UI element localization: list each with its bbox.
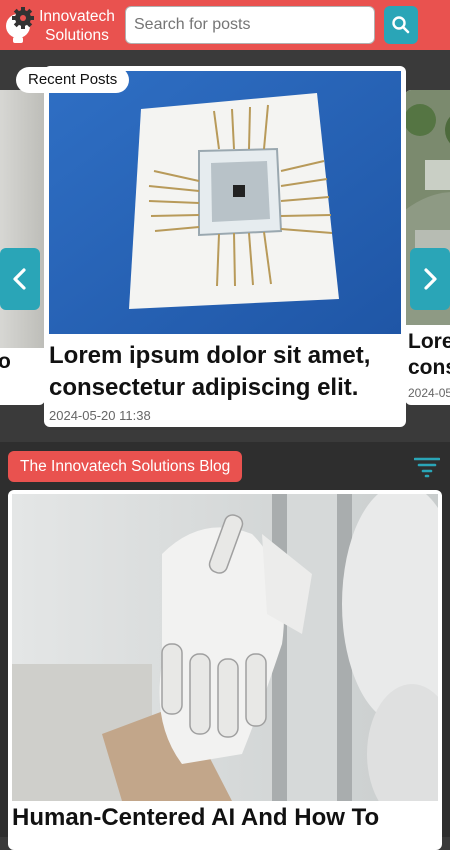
blog-section: The Innovatech Solutions Blog Human-Cent… xyxy=(0,442,450,850)
carousel-prev-button[interactable] xyxy=(0,248,40,310)
featured-post-card[interactable]: Human-Centered AI And How To xyxy=(8,490,442,850)
featured-post-title: Human-Centered AI And How To xyxy=(12,804,380,831)
search-input[interactable] xyxy=(125,6,375,44)
filter-icon[interactable] xyxy=(414,456,440,478)
next-post-title-line-2: cons xyxy=(408,356,450,379)
current-post-title: Lorem ipsum dolor sit amet, consectetur … xyxy=(49,342,371,401)
top-bar: Innovatech Solutions xyxy=(0,0,450,50)
brand-line-2: Solutions xyxy=(45,27,109,44)
recent-posts-carousel: o Lore cons 2024-05 xyxy=(0,50,450,442)
chevron-right-icon xyxy=(424,268,437,290)
next-post-title-line-1: Lore xyxy=(408,330,450,353)
featured-post-image xyxy=(12,494,438,801)
next-post-date: 2024-05 xyxy=(408,386,450,400)
chevron-left-icon xyxy=(13,268,26,290)
blog-title-badge[interactable]: The Innovatech Solutions Blog xyxy=(8,451,243,482)
brand-name[interactable]: Innovatech Solutions xyxy=(36,7,118,45)
current-post-card[interactable]: Lorem ipsum dolor sit amet, consectetur … xyxy=(44,66,406,427)
brand-line-1: Innovatech xyxy=(39,8,115,25)
search-button[interactable] xyxy=(384,6,418,44)
logo-icon[interactable] xyxy=(4,4,40,46)
carousel-next-button[interactable] xyxy=(410,248,450,310)
search-icon xyxy=(392,16,410,34)
previous-post-title: o xyxy=(0,350,11,373)
current-post-image xyxy=(49,71,401,334)
recent-posts-label: Recent Posts xyxy=(16,67,130,93)
current-post-date: 2024-05-20 11:38 xyxy=(49,408,151,423)
